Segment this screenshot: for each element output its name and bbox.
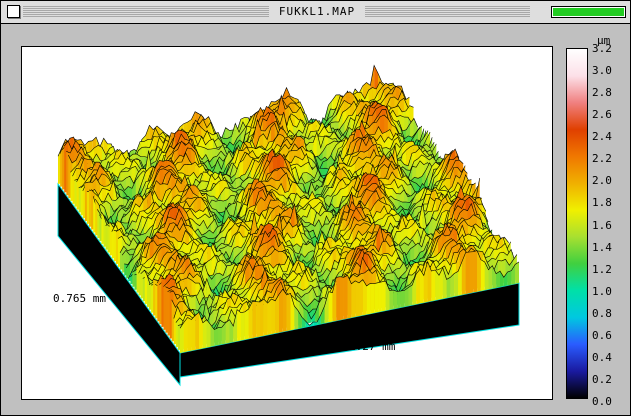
surface-plot-area — [21, 46, 553, 400]
app-window: FUKKL1.MAP 0.765 mm 1.27 mm µm 3.2 3.0 2.8… — [0, 0, 631, 416]
title-bar[interactable]: FUKKL1.MAP — [1, 1, 630, 24]
progress-indicator — [551, 6, 626, 18]
window-title: FUKKL1.MAP — [269, 3, 365, 20]
close-box[interactable] — [7, 5, 20, 18]
progress-fill — [553, 8, 624, 16]
surface-3d-render — [57, 64, 520, 387]
